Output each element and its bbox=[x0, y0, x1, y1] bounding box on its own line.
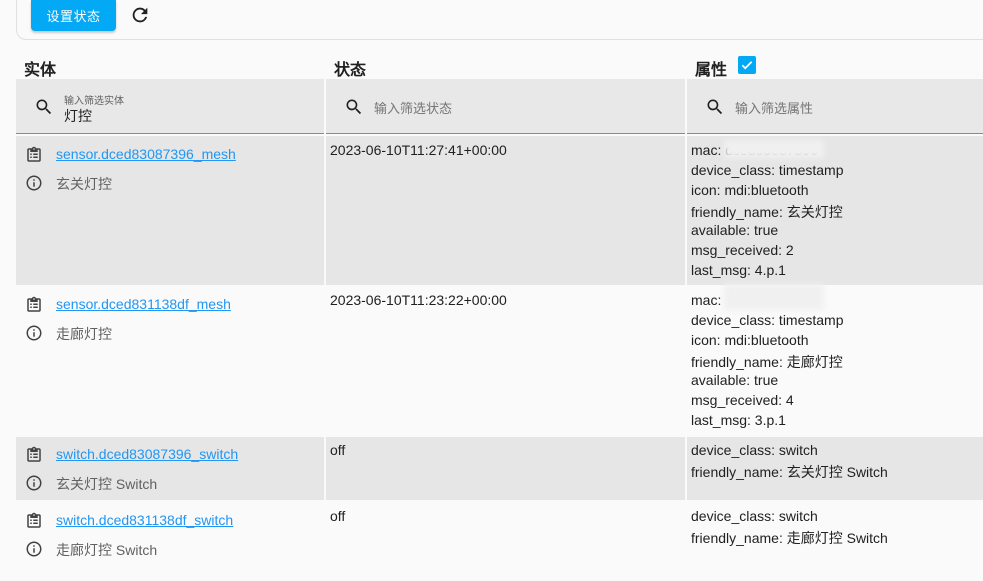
attribute-filter-placeholder: 输入筛选属性 bbox=[735, 101, 814, 116]
info-circle-icon[interactable] bbox=[25, 324, 43, 342]
attribute-line: friendly_name: 玄关灯控 bbox=[691, 204, 843, 220]
column-divider bbox=[324, 136, 326, 571]
redaction-blur bbox=[724, 140, 824, 158]
refresh-icon bbox=[132, 7, 148, 23]
column-divider bbox=[685, 136, 687, 571]
attribute-line: available: true bbox=[691, 372, 779, 388]
attribute-line: friendly_name: 玄关灯控 Switch bbox=[691, 464, 888, 480]
clipboard-list-icon[interactable] bbox=[25, 446, 43, 464]
attribute-line: mac: bbox=[691, 292, 722, 308]
attribute-line: msg_received: 2 bbox=[691, 242, 794, 258]
checkbox-checked-icon bbox=[741, 61, 753, 70]
attribute-line: friendly_name: 走廊灯控 bbox=[691, 354, 843, 370]
entity-friendly-name: 走廊灯控 bbox=[56, 326, 112, 342]
attribute-line: icon: mdi:bluetooth bbox=[691, 332, 809, 348]
attribute-line: friendly_name: 走廊灯控 Switch bbox=[691, 530, 888, 546]
search-icon bbox=[36, 99, 52, 115]
attribute-line: msg_received: 4 bbox=[691, 392, 794, 408]
show-attributes-checkbox[interactable] bbox=[738, 56, 756, 74]
attribute-line: device_class: switch bbox=[691, 508, 818, 524]
column-header-attributes: 属性 bbox=[695, 62, 728, 79]
info-circle-icon[interactable] bbox=[25, 540, 43, 558]
clipboard-list-icon[interactable] bbox=[25, 512, 43, 530]
attribute-line: available: true bbox=[691, 222, 779, 238]
column-header-state: 状态 bbox=[334, 62, 367, 79]
entity-state: 2023-06-10T11:27:41+00:00 bbox=[330, 142, 507, 158]
attribute-line: last_msg: 3.p.1 bbox=[691, 412, 786, 428]
set-state-button[interactable]: 设置状态 bbox=[31, 0, 116, 31]
column-header-entity: 实体 bbox=[24, 62, 57, 79]
clipboard-list-icon[interactable] bbox=[25, 146, 43, 164]
entity-friendly-name: 玄关灯控 Switch bbox=[56, 476, 158, 492]
attribute-line: icon: mdi:bluetooth bbox=[691, 182, 809, 198]
entity-filter-value: 灯控 bbox=[64, 108, 92, 124]
refresh-button[interactable] bbox=[127, 2, 153, 28]
entity-link[interactable]: switch.dced83087396_switch bbox=[56, 446, 238, 462]
entity-filter-input[interactable]: 输入筛选实体 灯控 bbox=[16, 79, 324, 134]
attribute-filter-input[interactable]: 输入筛选属性 bbox=[687, 79, 983, 134]
entity-link[interactable]: switch.dced831138df_switch bbox=[56, 512, 233, 528]
entity-state: 2023-06-10T11:23:22+00:00 bbox=[330, 292, 507, 308]
info-circle-icon[interactable] bbox=[25, 474, 43, 492]
entity-link[interactable]: sensor.dced83087396_mesh bbox=[56, 146, 236, 162]
attribute-line: device_class: switch bbox=[691, 442, 818, 458]
attribute-line: last_msg: 4.p.1 bbox=[691, 262, 786, 278]
attribute-line: device_class: timestamp bbox=[691, 312, 844, 328]
search-icon bbox=[707, 99, 723, 115]
entity-state: off bbox=[330, 442, 346, 458]
state-filter-placeholder: 输入筛选状态 bbox=[374, 101, 453, 116]
entity-friendly-name: 走廊灯控 Switch bbox=[56, 542, 158, 558]
info-circle-icon[interactable] bbox=[25, 174, 43, 192]
entity-state: off bbox=[330, 508, 346, 524]
redaction-blur bbox=[724, 284, 824, 310]
clipboard-list-icon[interactable] bbox=[25, 296, 43, 314]
search-icon bbox=[346, 99, 362, 115]
entity-friendly-name: 玄关灯控 bbox=[56, 176, 112, 192]
entity-link[interactable]: sensor.dced831138df_mesh bbox=[56, 296, 231, 312]
attribute-line: device_class: timestamp bbox=[691, 162, 844, 178]
state-filter-input[interactable]: 输入筛选状态 bbox=[326, 79, 685, 134]
entity-filter-label: 输入筛选实体 bbox=[64, 96, 124, 107]
toolbar-card bbox=[16, 0, 983, 40]
